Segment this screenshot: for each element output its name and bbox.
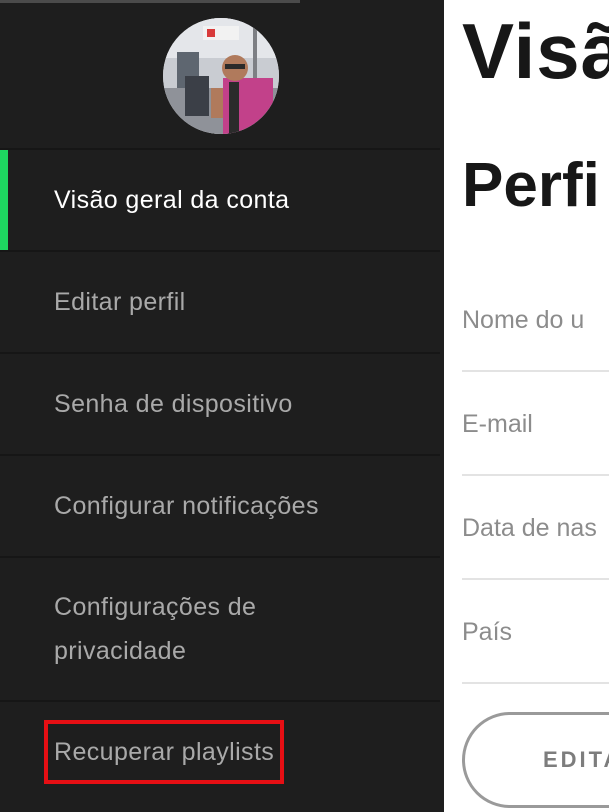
profile-field-email: E-mail	[462, 372, 609, 476]
sidebar-item-privacy-settings[interactable]: Configurações de privacidade	[0, 556, 440, 700]
sidebar: Visão geral da conta Editar perfil Senha…	[0, 0, 444, 812]
avatar[interactable]	[163, 18, 279, 134]
profile-field-country: País	[462, 580, 609, 684]
sidebar-item-label: Editar perfil	[54, 288, 186, 316]
field-label: País	[462, 618, 513, 646]
account-menu: Visão geral da conta Editar perfil Senha…	[0, 148, 444, 802]
page-title: Visã	[462, 7, 609, 95]
sidebar-item-edit-profile[interactable]: Editar perfil	[0, 250, 440, 352]
sidebar-item-label: Recuperar playlists	[43, 720, 285, 784]
field-label: Nome do u	[462, 306, 585, 334]
avatar-photo	[163, 18, 279, 134]
sidebar-item-notification-settings[interactable]: Configurar notificações	[0, 454, 440, 556]
sidebar-item-label: Configurações de privacidade	[54, 593, 257, 665]
sidebar-item-label: Senha de dispositivo	[54, 390, 293, 418]
sidebar-item-device-password[interactable]: Senha de dispositivo	[0, 352, 440, 454]
main-content: Visã Perfi Nome do u E-mail Data de nas …	[444, 0, 609, 812]
sidebar-item-recover-playlists[interactable]: Recuperar playlists	[0, 700, 440, 802]
profile-field-birthdate: Data de nas	[462, 476, 609, 580]
edit-profile-button[interactable]: EDITA	[462, 712, 609, 808]
field-label: E-mail	[462, 410, 533, 438]
sidebar-item-label: Configurar notificações	[54, 492, 319, 520]
profile-field-username: Nome do u	[462, 268, 609, 372]
field-label: Data de nas	[462, 514, 597, 542]
sidebar-item-account-overview[interactable]: Visão geral da conta	[0, 148, 440, 250]
top-divider	[0, 0, 300, 3]
sidebar-item-label: Visão geral da conta	[54, 186, 290, 214]
section-title-profile: Perfi	[462, 151, 600, 220]
